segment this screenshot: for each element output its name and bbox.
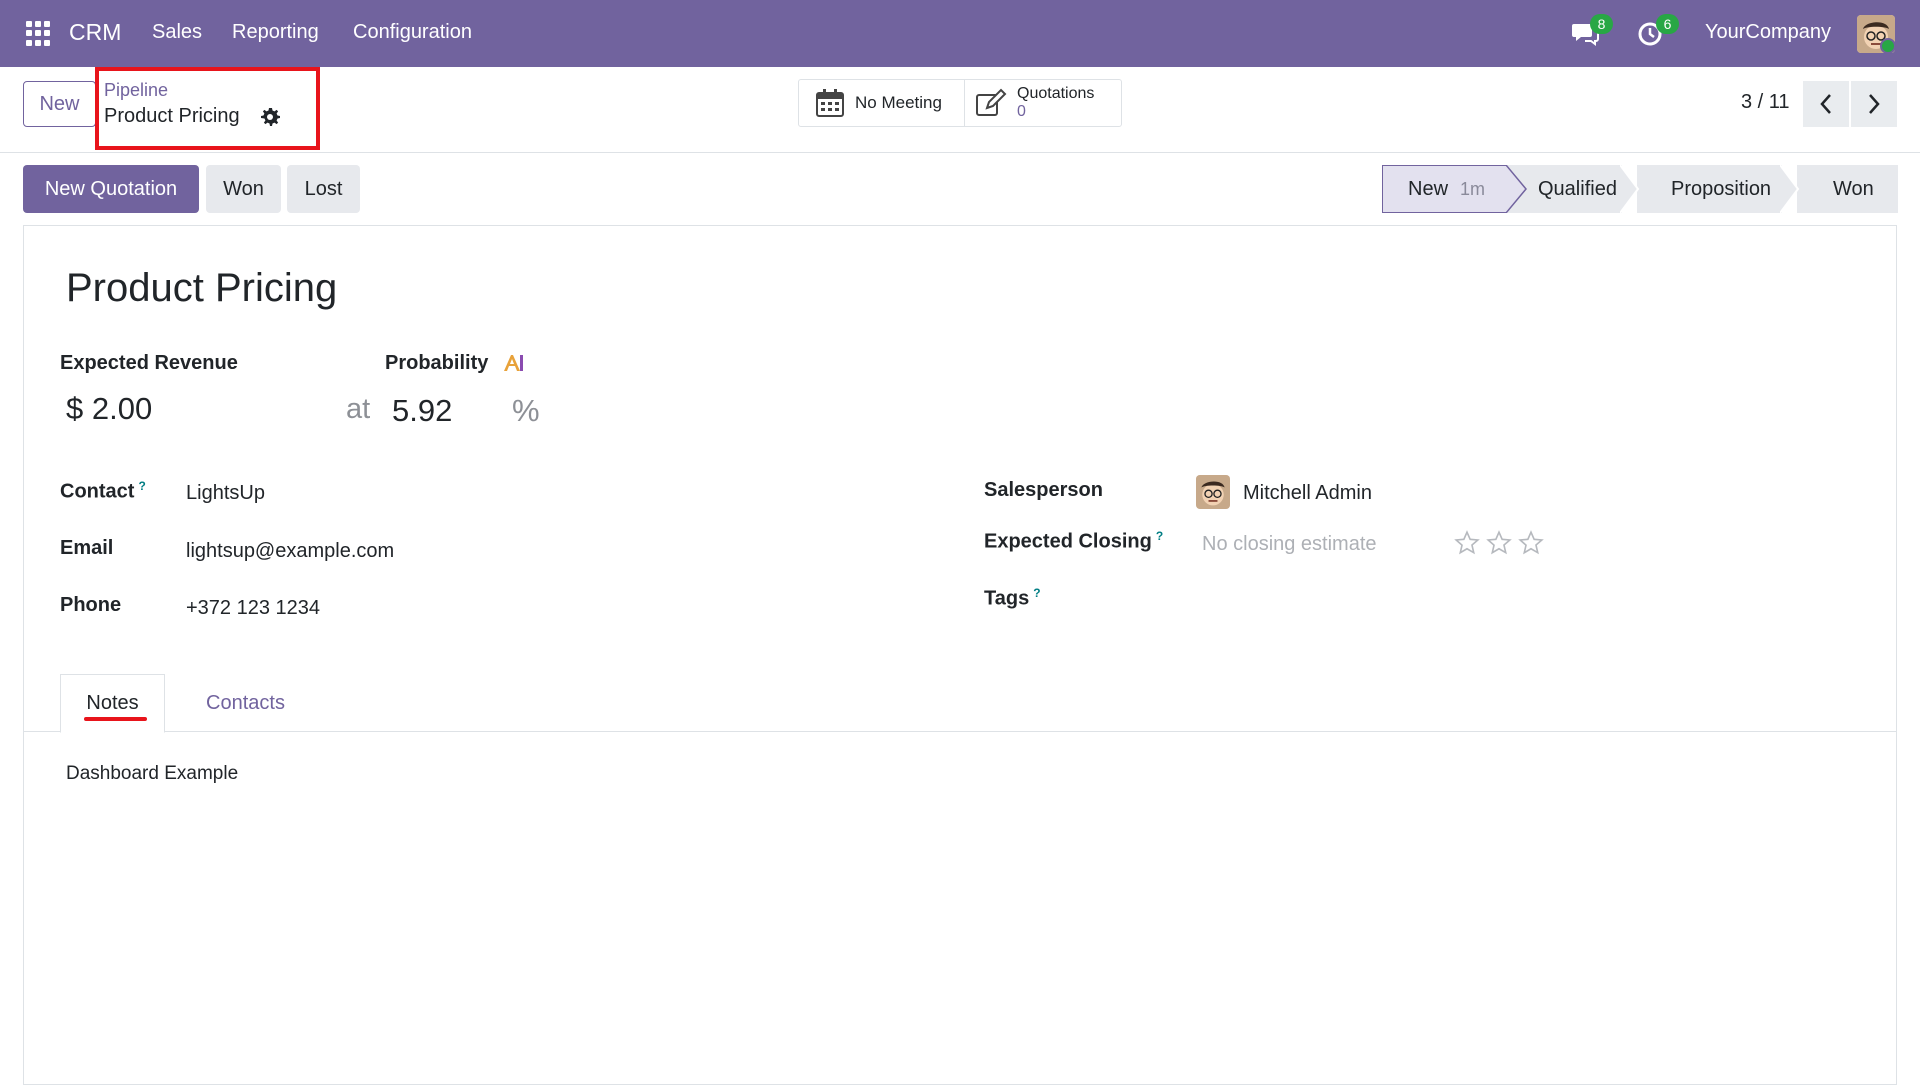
contact-field[interactable]: LightsUp <box>186 482 265 505</box>
messages-icon[interactable]: 8 <box>1570 14 1613 48</box>
quotations-label: Quotations <box>1017 85 1095 102</box>
priority-stars <box>1454 530 1544 556</box>
expected-revenue-field[interactable]: $ 2.00 <box>66 391 152 427</box>
email-label: Email <box>60 537 114 559</box>
expected-revenue-label: Expected Revenue <box>60 352 238 374</box>
stage-new-current[interactable]: New 1m <box>1382 165 1507 213</box>
gear-icon[interactable] <box>260 107 280 127</box>
stage-statusbar: Qualified Proposition Won New 1m <box>1382 165 1898 213</box>
online-status-dot <box>1880 38 1896 54</box>
top-navbar: CRM Sales Reporting Configuration 8 6 Yo… <box>0 0 1920 67</box>
notebook-tabs: Notes Contacts <box>24 674 1896 733</box>
chevron-left-icon <box>1820 94 1831 114</box>
pager-next-button[interactable] <box>1851 81 1897 127</box>
notes-content[interactable]: Dashboard Example <box>66 763 238 785</box>
app-menu-icon[interactable] <box>26 21 51 46</box>
stage-won[interactable]: Won <box>1797 165 1898 213</box>
pager-previous-button[interactable] <box>1803 81 1849 127</box>
phone-label: Phone <box>60 594 122 616</box>
help-icon[interactable]: ? <box>1156 529 1163 543</box>
email-field[interactable]: lightsup@example.com <box>186 540 394 563</box>
stage-duration: 1m <box>1460 178 1486 199</box>
stage-separator <box>1780 165 1800 213</box>
salesperson-label: Salesperson <box>984 479 1103 501</box>
at-text: at <box>346 393 371 425</box>
help-icon[interactable]: ? <box>138 479 145 493</box>
new-record-button[interactable]: New <box>23 81 96 127</box>
contact-label: Contact? <box>60 479 146 504</box>
meeting-label: No Meeting <box>855 93 942 112</box>
mark-won-button[interactable]: Won <box>206 165 281 213</box>
tab-contacts[interactable]: Contacts <box>188 674 303 732</box>
phone-field[interactable]: +372 123 1234 <box>186 597 320 620</box>
stage-proposition[interactable]: Proposition <box>1637 165 1782 213</box>
probability-field[interactable]: 5.92 <box>392 393 452 429</box>
expected-closing-field[interactable]: No closing estimate <box>1202 533 1377 556</box>
help-icon[interactable]: ? <box>1033 586 1040 600</box>
percent-sign: % <box>512 393 540 428</box>
smart-buttons: No Meeting Quotations 0 <box>798 79 1122 127</box>
stage-separator <box>1620 165 1640 213</box>
lead-title[interactable]: Product Pricing <box>66 266 337 311</box>
expected-closing-label-text: Expected Closing <box>984 530 1152 553</box>
activities-icon[interactable]: 6 <box>1636 14 1679 48</box>
chevron-right-icon <box>1869 94 1880 114</box>
salesperson-avatar <box>1196 475 1230 509</box>
pager-value[interactable]: 3 / 11 <box>1741 91 1790 114</box>
tab-notes[interactable]: Notes <box>60 674 165 733</box>
meeting-smart-button[interactable]: No Meeting <box>799 80 965 126</box>
breadcrumb-pipeline-link[interactable]: Pipeline <box>104 80 168 101</box>
mark-lost-button[interactable]: Lost <box>287 165 360 213</box>
new-quotation-button[interactable]: New Quotation <box>23 165 199 213</box>
company-switcher[interactable]: YourCompany <box>1705 21 1831 44</box>
menu-reporting[interactable]: Reporting <box>232 21 319 44</box>
control-panel: New Pipeline Product Pricing No Meeting … <box>0 67 1920 153</box>
stage-new-label: New <box>1408 177 1449 200</box>
calendar-icon <box>816 89 844 117</box>
probability-label: Probability <box>385 352 489 374</box>
star-icon[interactable] <box>1486 530 1512 556</box>
tags-label-text: Tags <box>984 587 1030 610</box>
star-icon[interactable] <box>1454 530 1480 556</box>
form-sheet: Product Pricing Expected Revenue $ 2.00 … <box>23 225 1897 1085</box>
tags-label: Tags? <box>984 586 1041 611</box>
star-icon[interactable] <box>1518 530 1544 556</box>
menu-sales[interactable]: Sales <box>152 21 202 44</box>
active-tab-underline-annotation <box>84 717 147 721</box>
edit-icon <box>976 88 1007 116</box>
quotations-smart-button[interactable]: Quotations 0 <box>965 80 1121 126</box>
activities-badge: 6 <box>1656 14 1679 34</box>
stage-separator <box>1506 165 1527 213</box>
messages-badge: 8 <box>1590 14 1613 34</box>
breadcrumb-current: Product Pricing <box>104 105 240 127</box>
salesperson-field[interactable]: Mitchell Admin <box>1243 482 1372 505</box>
expected-closing-label: Expected Closing? <box>984 529 1163 554</box>
ai-icon[interactable] <box>502 353 524 373</box>
contact-label-text: Contact <box>60 480 135 503</box>
quotations-count: 0 <box>1017 103 1026 120</box>
menu-configuration[interactable]: Configuration <box>353 21 472 44</box>
app-brand[interactable]: CRM <box>69 19 121 46</box>
